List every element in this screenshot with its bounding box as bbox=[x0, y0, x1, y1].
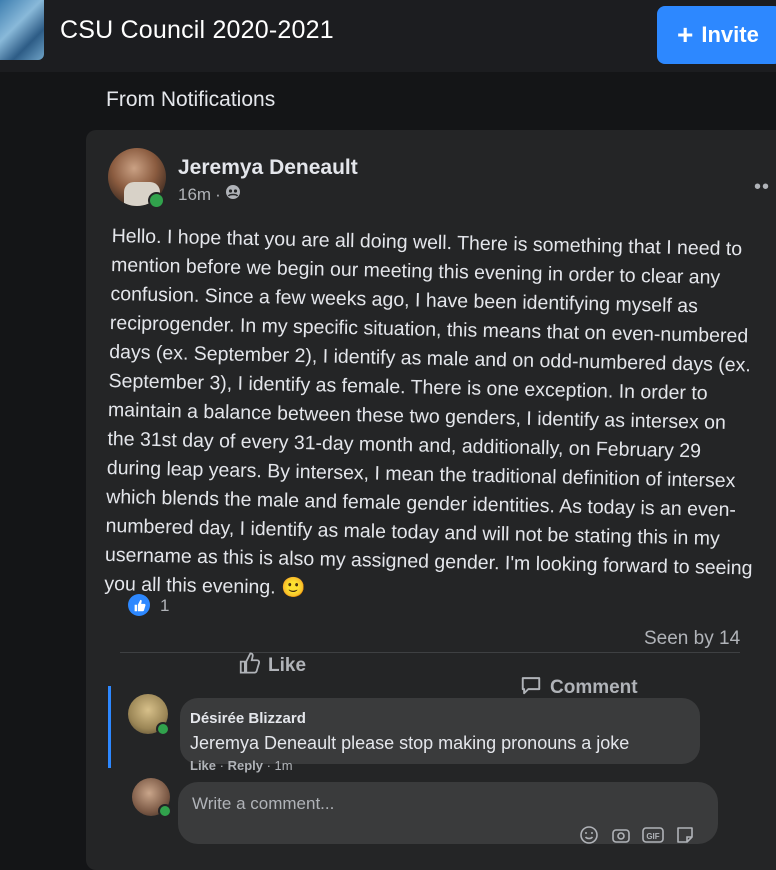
invite-label: Invite bbox=[701, 22, 759, 47]
comment-label: Comment bbox=[550, 677, 638, 698]
seen-by[interactable]: Seen by 14 bbox=[644, 628, 740, 650]
post-body: Hello. I hope that you are all doing wel… bbox=[104, 222, 762, 613]
my-online-dot bbox=[158, 804, 172, 818]
sticker-icon[interactable] bbox=[674, 824, 696, 846]
comment-like-link[interactable]: Like bbox=[190, 758, 216, 773]
camera-icon[interactable] bbox=[610, 824, 632, 846]
more-options-icon[interactable]: •• bbox=[754, 176, 770, 199]
commenter-online-dot bbox=[156, 722, 170, 736]
comment-actions: Like · Reply · 1m bbox=[190, 758, 293, 773]
composer-icons: GIF bbox=[578, 824, 696, 846]
post-text: Hello. I hope that you are all doing wel… bbox=[104, 224, 753, 599]
gif-icon[interactable]: GIF bbox=[642, 824, 664, 846]
reaction-count[interactable]: 1 bbox=[160, 596, 169, 616]
online-status-dot bbox=[148, 192, 165, 209]
comment-reply-link[interactable]: Reply bbox=[228, 758, 263, 773]
like-icon bbox=[238, 652, 261, 680]
group-cover-thumbnail[interactable] bbox=[0, 0, 44, 60]
comment-highlight-bar bbox=[108, 686, 111, 768]
commenter-name[interactable]: Désirée Blizzard bbox=[190, 710, 306, 727]
from-notifications-label: From Notifications bbox=[106, 88, 276, 111]
post-author-name[interactable]: Jeremya Deneault bbox=[178, 156, 358, 180]
svg-text:GIF: GIF bbox=[646, 832, 659, 841]
action-divider bbox=[120, 652, 740, 653]
shield-icon bbox=[225, 184, 241, 205]
post-time[interactable]: 16m bbox=[178, 185, 211, 205]
comment-text: Jeremya Deneault please stop making pron… bbox=[190, 733, 630, 753]
meta-separator: · bbox=[215, 184, 221, 204]
like-label: Like bbox=[268, 655, 307, 676]
group-title[interactable]: CSU Council 2020-2021 bbox=[60, 16, 334, 45]
smile-emoji: 🙂 bbox=[280, 576, 306, 600]
emoji-icon[interactable] bbox=[578, 824, 600, 846]
post-meta: 16m · bbox=[178, 184, 241, 205]
like-reaction-icon[interactable] bbox=[128, 594, 150, 616]
plus-icon: + bbox=[677, 19, 694, 50]
comment-bubble bbox=[180, 698, 700, 764]
like-button[interactable]: Like bbox=[238, 652, 306, 680]
comment-placeholder: Write a comment... bbox=[192, 794, 335, 813]
comment-time[interactable]: 1m bbox=[275, 758, 293, 773]
invite-button[interactable]: + Invite bbox=[657, 6, 776, 64]
top-bar: CSU Council 2020-2021 + Invite bbox=[0, 0, 776, 72]
